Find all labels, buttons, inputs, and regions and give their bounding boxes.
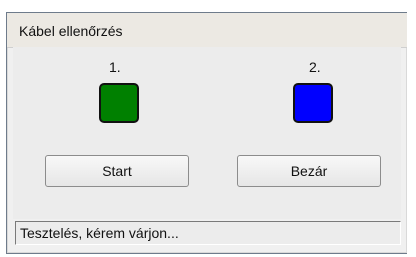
right-edge-background: [407, 12, 416, 257]
channel-1-label: 1.: [109, 59, 121, 75]
channel-2-indicator: [293, 83, 333, 123]
window-title: Kábel ellenőrzés: [19, 23, 123, 39]
status-bar: Tesztelés, kérem várjon...: [15, 221, 401, 245]
window-client-area: 1. 2. Start Bezár: [13, 47, 401, 219]
cable-check-window: Kábel ellenőrzés 1. 2. Start Bezár Teszt…: [6, 12, 408, 254]
window-titlebar[interactable]: Kábel ellenőrzés: [7, 13, 407, 48]
start-button[interactable]: Start: [45, 155, 189, 187]
status-text: Tesztelés, kérem várjon...: [20, 225, 179, 241]
close-button[interactable]: Bezár: [237, 155, 381, 187]
screenshot: Kábel ellenőrzés 1. 2. Start Bezár Teszt…: [0, 0, 416, 257]
channel-1-indicator: [99, 83, 139, 123]
channel-2-label: 2.: [309, 59, 321, 75]
